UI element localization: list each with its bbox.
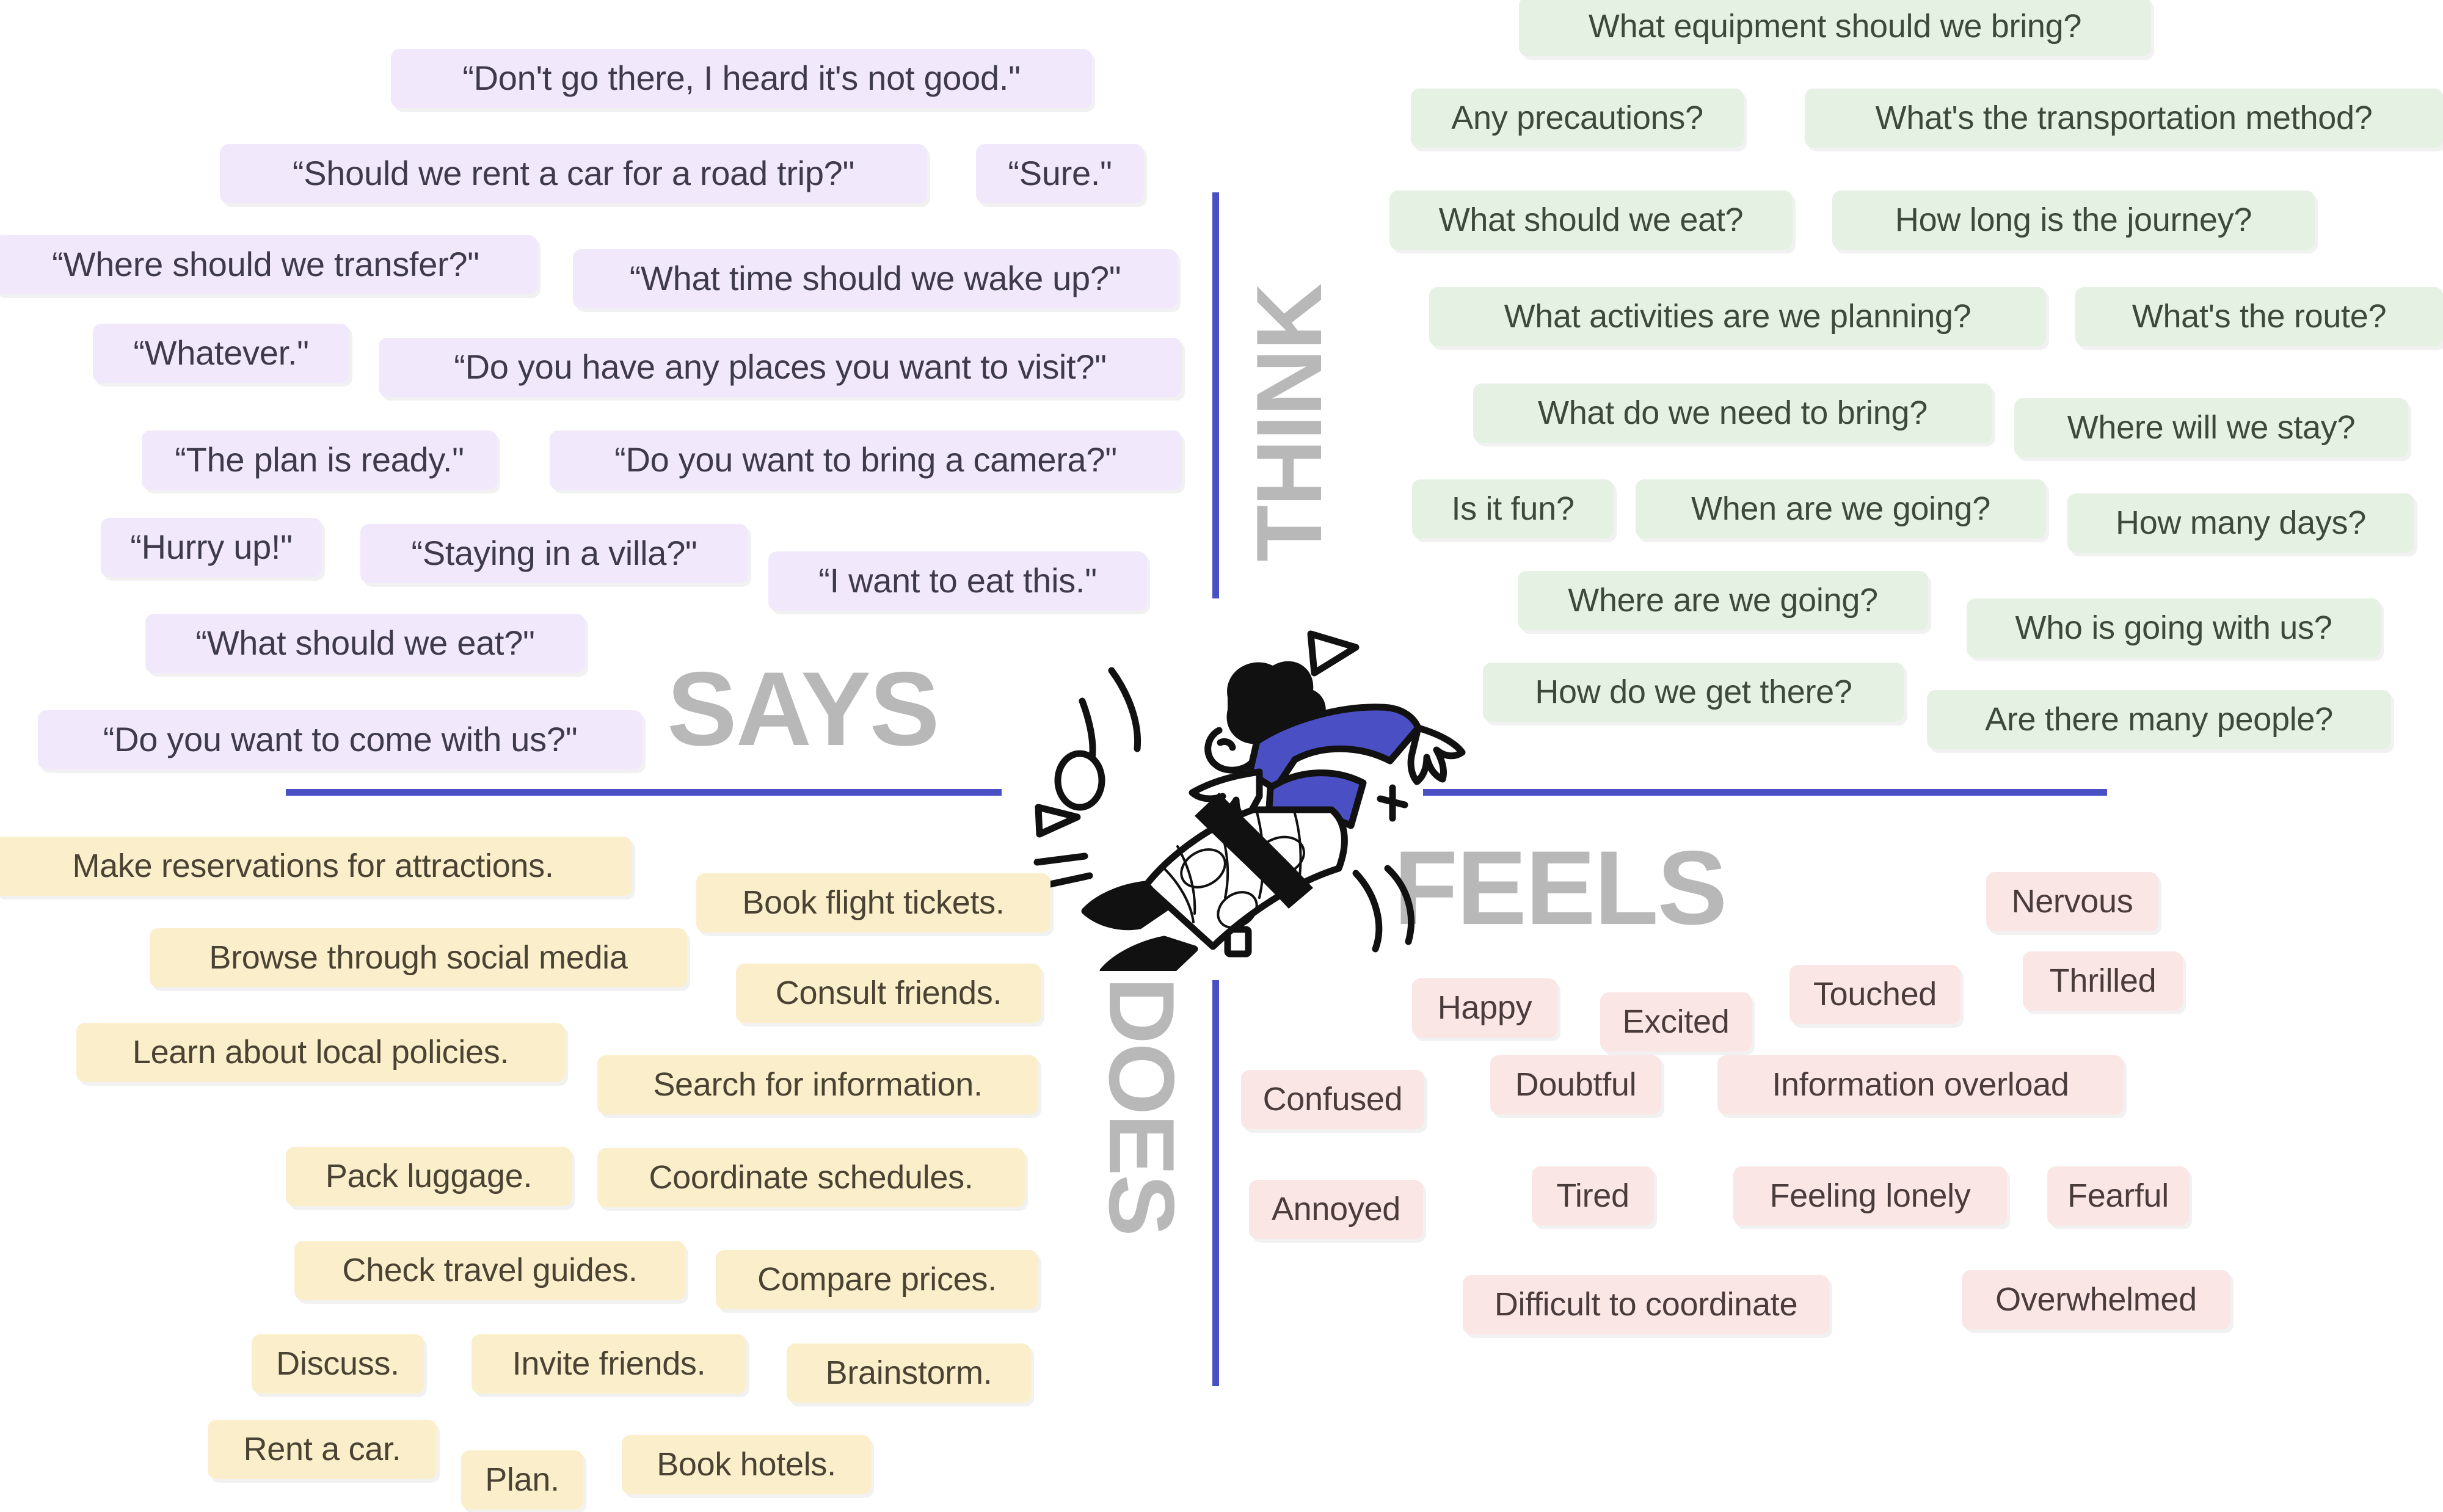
- sticky-note-feels[interactable]: Touched: [1789, 965, 1961, 1024]
- divider-horizontal-right: [1420, 785, 2110, 796]
- sticky-note-does[interactable]: Learn about local policies.: [76, 1023, 565, 1082]
- sticky-note-says[interactable]: “Where should we transfer?": [0, 235, 537, 294]
- sticky-note-feels[interactable]: Happy: [1412, 978, 1557, 1038]
- sticky-note-says[interactable]: “Do you want to come with us?": [38, 710, 643, 769]
- sticky-note-feels[interactable]: Confused: [1241, 1070, 1424, 1129]
- sticky-note-think[interactable]: How do we get there?: [1483, 663, 1904, 722]
- sticky-note-think[interactable]: Is it fun?: [1412, 479, 1614, 539]
- sticky-note-says[interactable]: “I want to eat this.": [768, 551, 1147, 611]
- sticky-note-does[interactable]: Browse through social media: [150, 928, 687, 987]
- empathy-map-board: SAYS THINK DOES FEELS “Don't go there, I…: [0, 0, 2443, 1512]
- sticky-note-says[interactable]: “The plan is ready.": [142, 431, 497, 490]
- sticky-note-think[interactable]: Are there many people?: [1927, 690, 2391, 749]
- sticky-note-says[interactable]: “Staying in a villa?": [360, 524, 748, 583]
- quadrant-label-does: DOES: [1090, 977, 1193, 1235]
- sticky-note-says[interactable]: “Do you have any places you want to visi…: [379, 338, 1182, 397]
- quadrant-label-think: THINK: [1237, 284, 1341, 562]
- sticky-note-does[interactable]: Rent a car.: [208, 1420, 437, 1479]
- sticky-note-think[interactable]: What do we need to bring?: [1473, 383, 1992, 443]
- sticky-note-says[interactable]: “Do you want to bring a camera?": [550, 431, 1182, 490]
- sticky-note-think[interactable]: What's the transportation method?: [1805, 89, 2443, 148]
- sticky-note-think[interactable]: Any precautions?: [1411, 89, 1744, 148]
- sticky-note-does[interactable]: Search for information.: [597, 1055, 1038, 1114]
- sticky-note-feels[interactable]: Doubtful: [1490, 1055, 1661, 1114]
- sticky-note-does[interactable]: Make reservations for attractions.: [0, 837, 632, 896]
- sticky-note-does[interactable]: Plan.: [461, 1450, 583, 1510]
- sticky-note-does[interactable]: Pack luggage.: [286, 1147, 572, 1206]
- sticky-note-says[interactable]: “Hurry up!": [101, 518, 322, 577]
- sticky-note-think[interactable]: When are we going?: [1636, 479, 2046, 539]
- sticky-note-think[interactable]: How many days?: [2067, 493, 2414, 553]
- sticky-note-says[interactable]: “What time should we wake up?": [573, 249, 1178, 308]
- sticky-note-says[interactable]: “What should we eat?": [145, 614, 585, 673]
- sticky-note-does[interactable]: Consult friends.: [736, 964, 1041, 1023]
- person-jumping-illustration: [1026, 629, 1490, 975]
- sticky-note-think[interactable]: What's the route?: [2075, 287, 2443, 346]
- sticky-note-does[interactable]: Book hotels.: [622, 1435, 871, 1494]
- sticky-note-feels[interactable]: Fearful: [2047, 1166, 2189, 1226]
- sticky-note-think[interactable]: Where are we going?: [1518, 571, 1928, 630]
- sticky-note-feels[interactable]: Information overload: [1717, 1055, 2124, 1114]
- sticky-note-think[interactable]: What should we eat?: [1389, 191, 1793, 250]
- quadrant-label-says: SAYS: [667, 650, 940, 768]
- sticky-note-says[interactable]: “Don't go there, I heard it's not good.": [391, 49, 1092, 108]
- sticky-note-does[interactable]: Coordinate schedules.: [597, 1148, 1025, 1207]
- sticky-note-feels[interactable]: Tired: [1532, 1166, 1654, 1226]
- divider-vertical-bottom: [1212, 977, 1222, 1389]
- sticky-note-think[interactable]: What equipment should we bring?: [1519, 0, 2151, 56]
- sticky-note-think[interactable]: What activities are we planning?: [1429, 287, 2046, 346]
- sticky-note-does[interactable]: Compare prices.: [716, 1250, 1038, 1309]
- sticky-note-feels[interactable]: Difficult to coordinate: [1463, 1275, 1829, 1334]
- divider-vertical-top: [1212, 189, 1222, 602]
- sticky-note-does[interactable]: Brainstorm.: [787, 1343, 1031, 1403]
- sticky-note-feels[interactable]: Annoyed: [1249, 1180, 1423, 1239]
- sticky-note-says[interactable]: “Whatever.": [93, 324, 349, 383]
- sticky-note-does[interactable]: Invite friends.: [471, 1334, 746, 1394]
- sticky-note-feels[interactable]: Excited: [1600, 992, 1752, 1052]
- sticky-note-says[interactable]: “Should we rent a car for a road trip?": [220, 144, 927, 203]
- sticky-note-does[interactable]: Check travel guides.: [294, 1241, 685, 1300]
- sticky-note-does[interactable]: Book flight tickets.: [696, 873, 1050, 932]
- sticky-note-think[interactable]: Where will we stay?: [2014, 398, 2408, 457]
- sticky-note-feels[interactable]: Thrilled: [2023, 951, 2183, 1011]
- sticky-note-think[interactable]: How long is the journey?: [1832, 191, 2315, 250]
- sticky-note-feels[interactable]: Nervous: [1986, 872, 2158, 931]
- sticky-note-feels[interactable]: Overwhelmed: [1962, 1270, 2230, 1329]
- sticky-note-says[interactable]: “Sure.": [976, 144, 1144, 203]
- sticky-note-does[interactable]: Discuss.: [252, 1334, 424, 1394]
- sticky-note-feels[interactable]: Feeling lonely: [1733, 1166, 2007, 1226]
- sticky-note-think[interactable]: Who is going with us?: [1967, 598, 2381, 658]
- divider-horizontal-left: [283, 785, 1005, 796]
